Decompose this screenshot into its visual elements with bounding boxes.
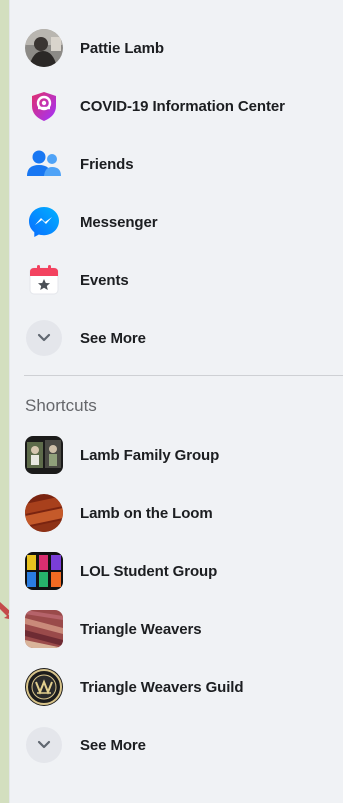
- shortcut-item-lamb-family-group[interactable]: Lamb Family Group: [24, 431, 335, 479]
- sidebar-item-messenger[interactable]: Messenger: [24, 198, 335, 246]
- friends-icon: [24, 144, 64, 184]
- see-more-label: See More: [80, 329, 146, 347]
- group-thumbnail: [24, 551, 64, 591]
- group-thumbnail: [24, 493, 64, 533]
- shortcut-label: LOL Student Group: [80, 562, 218, 580]
- group-thumbnail: [24, 609, 64, 649]
- sidebar-item-label: Messenger: [80, 213, 158, 231]
- sidebar-item-friends[interactable]: Friends: [24, 140, 335, 188]
- see-more-icon-wrap: [24, 318, 64, 358]
- shortcut-label: Triangle Weavers: [80, 620, 202, 638]
- shortcut-label: Lamb Family Group: [80, 446, 220, 464]
- sidebar-item-label: Friends: [80, 155, 134, 173]
- sidebar-item-profile[interactable]: Pattie Lamb: [24, 24, 335, 72]
- shortcuts-heading: Shortcuts: [25, 396, 97, 415]
- sidebar-item-label: COVID-19 Information Center: [80, 97, 285, 115]
- sidebar-item-covid[interactable]: COVID-19 Information Center: [24, 82, 335, 130]
- shortcut-item-triangle-weavers-guild[interactable]: Triangle Weavers Guild: [24, 663, 335, 711]
- see-more-label: See More: [80, 736, 146, 754]
- shortcut-item-lol-student-group[interactable]: LOL Student Group: [24, 547, 335, 595]
- shortcuts-see-more-button[interactable]: See More: [24, 721, 335, 769]
- see-more-icon-wrap: [24, 725, 64, 765]
- shortcut-item-triangle-weavers[interactable]: Triangle Weavers: [24, 605, 335, 653]
- shortcut-item-lamb-on-the-loom[interactable]: Lamb on the Loom: [24, 489, 335, 537]
- chevron-down-icon: [26, 727, 62, 763]
- see-more-button[interactable]: See More: [24, 314, 335, 362]
- divider: [24, 375, 343, 376]
- sidebar-item-label: Pattie Lamb: [80, 39, 164, 57]
- sidebar-item-events[interactable]: Events: [24, 256, 335, 304]
- calendar-icon: [24, 260, 64, 300]
- messenger-icon: [24, 202, 64, 242]
- group-thumbnail: [24, 667, 64, 707]
- sidebar-item-label: Events: [80, 271, 129, 289]
- covid-shield-icon: [24, 86, 64, 126]
- shortcut-label: Triangle Weavers Guild: [80, 678, 244, 696]
- chevron-down-icon: [26, 320, 62, 356]
- shortcut-label: Lamb on the Loom: [80, 504, 213, 522]
- avatar: [24, 28, 64, 68]
- left-sidebar: Pattie Lamb COVID-19 Information Center: [9, 0, 343, 803]
- group-thumbnail: [24, 435, 64, 475]
